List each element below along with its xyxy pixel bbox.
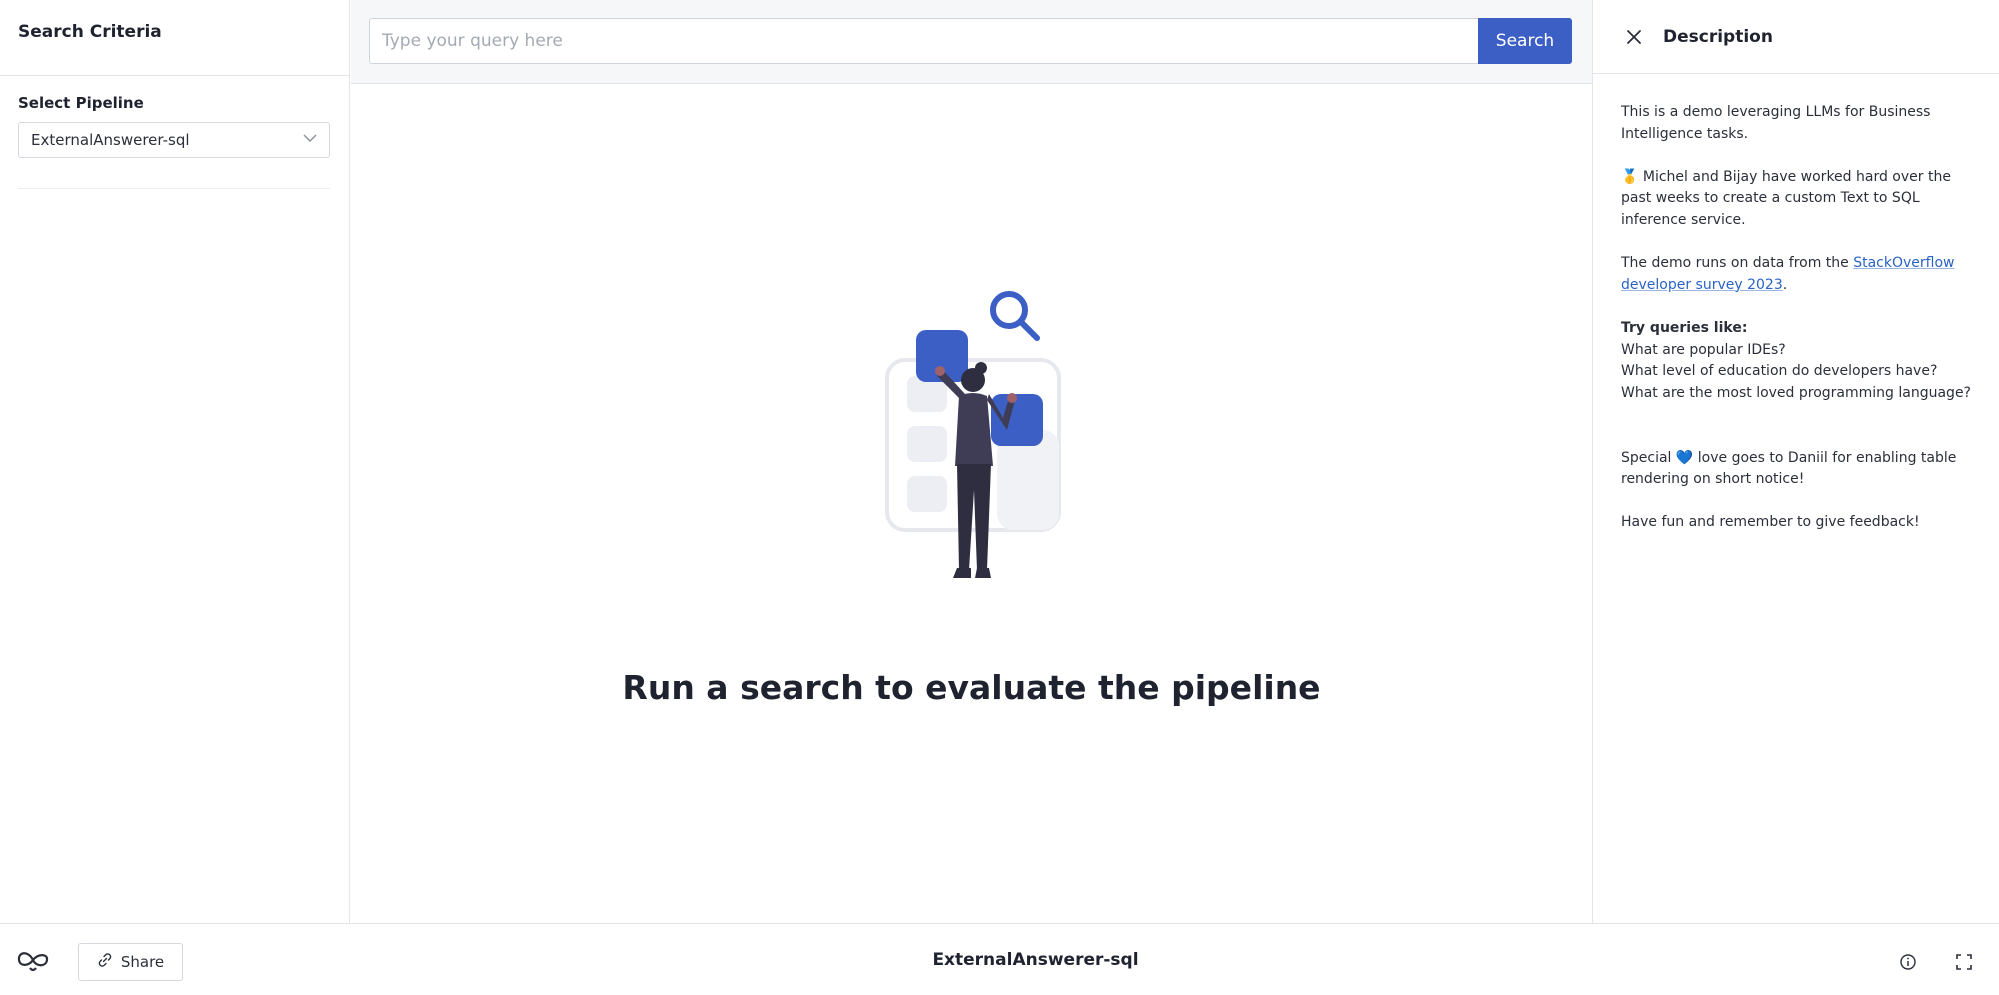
- fullscreen-icon[interactable]: [1954, 952, 1974, 972]
- sidebar-body: Select Pipeline ExternalAnswerer-sql: [0, 76, 349, 189]
- query-example: What level of education do developers ha…: [1621, 363, 1938, 380]
- search-criteria-sidebar: Search Criteria Select Pipeline External…: [0, 0, 350, 923]
- queries-heading: Try queries like:: [1621, 319, 1748, 336]
- query-examples: Try queries like: What are popular IDEs?…: [1621, 318, 1971, 404]
- description-closing: Have fun and remember to give feedback!: [1621, 514, 1920, 531]
- footer-pipeline-name: ExternalAnswerer-sql: [932, 950, 1139, 970]
- data-source-prefix: The demo runs on data from the: [1621, 255, 1854, 272]
- pipeline-select-value: ExternalAnswerer-sql: [31, 131, 190, 149]
- sidebar-title: Search Criteria: [18, 22, 162, 42]
- description-intro: This is a demo leveraging LLMs for Busin…: [1621, 104, 1931, 142]
- pipeline-label: Select Pipeline: [18, 94, 144, 112]
- description-body: This is a demo leveraging LLMs for Busin…: [1593, 74, 1999, 534]
- chevron-down-icon: [303, 131, 317, 149]
- description-header: Description: [1593, 0, 1999, 74]
- description-thanks: Special 💙 love goes to Daniil for enabli…: [1621, 448, 1971, 491]
- medal-icon: 🥇: [1621, 168, 1639, 185]
- sidebar-divider: [18, 188, 330, 189]
- empty-state-message: Run a search to evaluate the pipeline: [622, 668, 1321, 707]
- description-data-source: The demo runs on data from the StackOver…: [1621, 253, 1971, 296]
- credits-text: Michel and Bijay have worked hard over t…: [1621, 168, 1951, 228]
- info-icon[interactable]: [1898, 952, 1918, 972]
- close-icon[interactable]: [1623, 26, 1645, 48]
- search-input[interactable]: [369, 18, 1478, 64]
- thanks-prefix: Special: [1621, 449, 1676, 466]
- blue-heart-icon: 💙: [1675, 449, 1694, 466]
- sidebar-header: Search Criteria: [0, 0, 349, 76]
- data-source-suffix: .: [1782, 276, 1788, 293]
- footer-bar: Share ExternalAnswerer-sql: [0, 923, 1999, 995]
- description-panel: Description This is a demo leveraging LL…: [1592, 0, 1999, 923]
- description-title: Description: [1663, 26, 1773, 47]
- pipeline-select[interactable]: ExternalAnswerer-sql: [18, 122, 330, 158]
- main-content: Search Run a sea: [351, 0, 1592, 923]
- search-button[interactable]: Search: [1478, 18, 1572, 64]
- query-example: What are the most loved programming lang…: [1621, 384, 1971, 401]
- query-example: What are popular IDEs?: [1621, 341, 1786, 358]
- search-bar: Search: [351, 0, 1592, 84]
- person-searching-illustration: [877, 280, 1067, 640]
- description-credits: 🥇 Michel and Bijay have worked hard over…: [1621, 167, 1971, 232]
